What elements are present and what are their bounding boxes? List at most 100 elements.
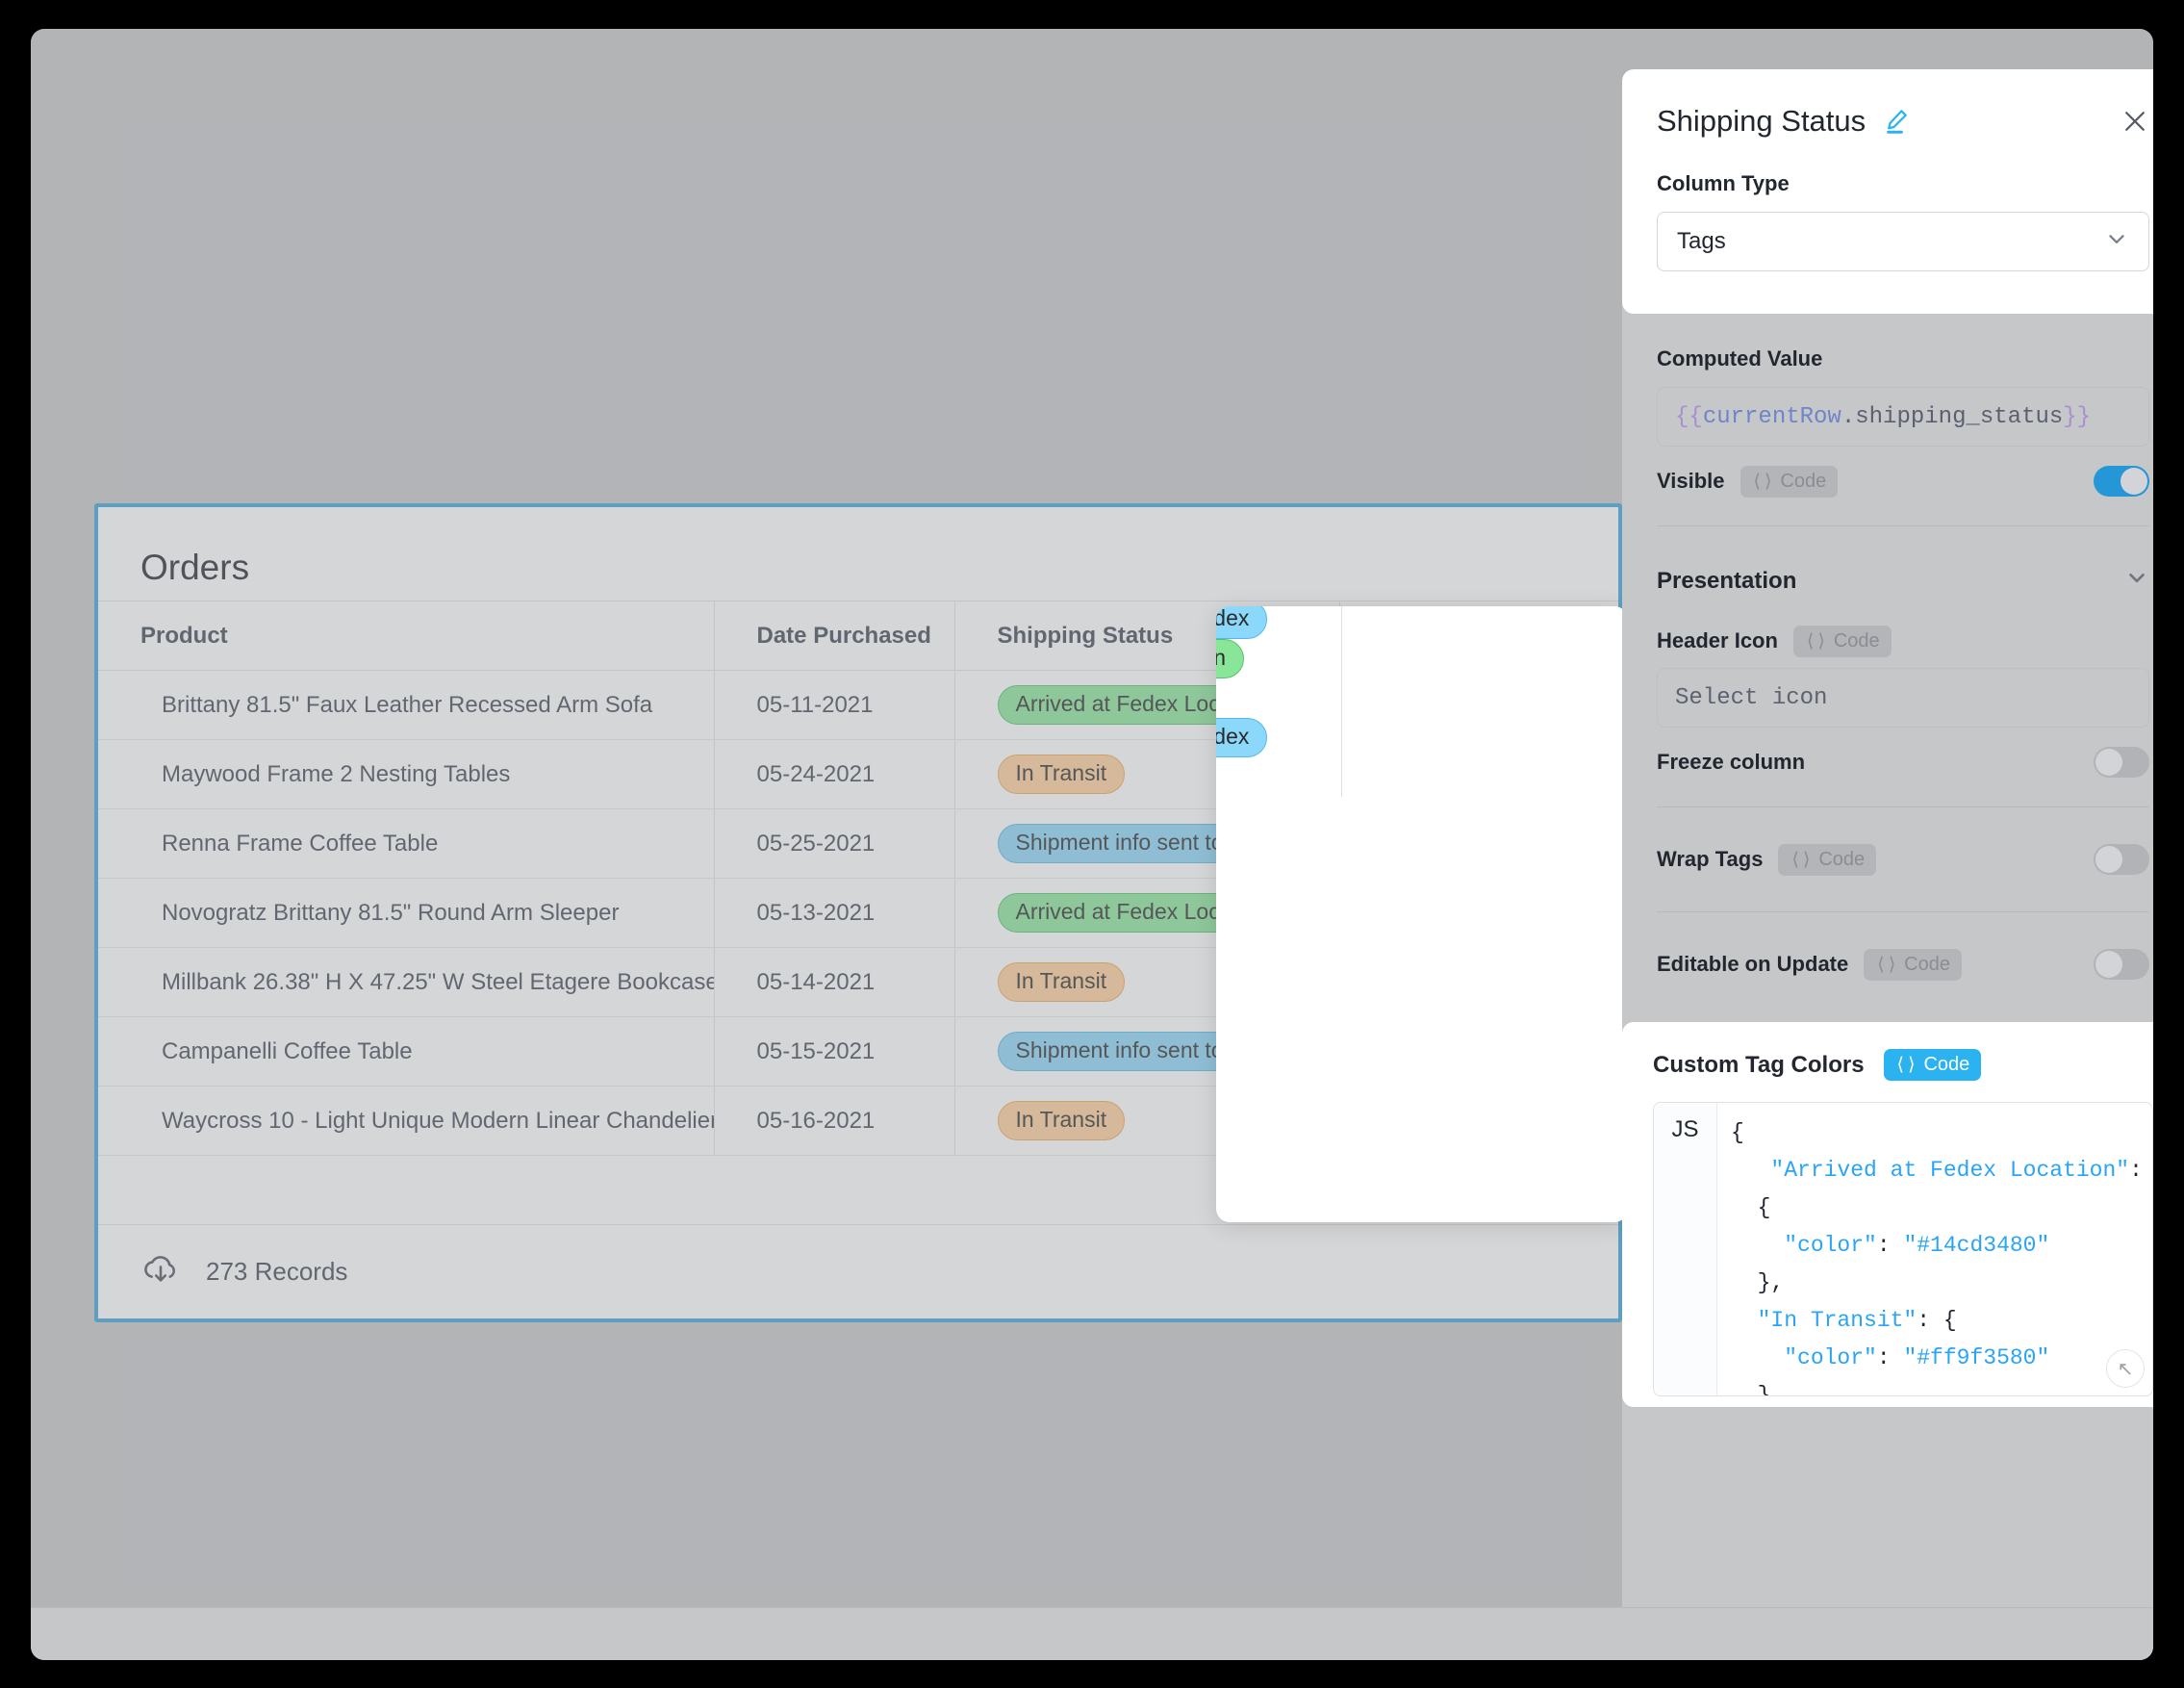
code-token: :	[1876, 1345, 1904, 1370]
toggle-knob	[2095, 749, 2122, 776]
freeze-column-row: Freeze column	[1657, 728, 2149, 797]
cell-shipping-status[interactable]: Shipment info sent to Fedex	[1216, 718, 1342, 757]
cloud-download-icon[interactable]	[140, 1253, 181, 1291]
column-header-product[interactable]: Product	[98, 601, 714, 671]
custom-tag-colors-card: Custom Tag Colors ⟨⟩ Code JS { "Arrived …	[1622, 1022, 2153, 1407]
table-row[interactable]: Arrived at Fedex Location	[1216, 639, 1622, 678]
editable-on-update-toggle[interactable]	[2094, 949, 2149, 980]
wrap-tags-row: Wrap Tags ⟨⟩ Code	[1657, 817, 2149, 902]
code-angle-icon: ⟨⟩	[1894, 1055, 1917, 1076]
computed-value-label: Computed Value	[1657, 346, 1823, 371]
cell-date[interactable]: 05-24-2021	[714, 739, 954, 809]
visible-row: Visible ⟨⟩ Code	[1657, 447, 2149, 516]
resize-grip-icon[interactable]: ↖	[2106, 1349, 2145, 1388]
table-row[interactable]: In Transit	[1216, 757, 1622, 797]
code-token: "Arrived at Fedex Location"	[1770, 1158, 2130, 1183]
header-icon-code-button[interactable]: ⟨⟩ Code	[1792, 625, 1892, 657]
cell-shipping-status[interactable]: Arrived at Fedex Location	[1216, 639, 1342, 678]
computed-close-braces: }}	[2063, 403, 2092, 430]
table-row[interactable]: In Transit	[1216, 678, 1622, 718]
table-row[interactable]: Shipment info sent to Fedex	[1216, 606, 1622, 639]
column-header-date[interactable]: Date Purchased	[714, 601, 954, 671]
computed-property: .shipping_status	[1841, 403, 2064, 430]
chevron-down-icon[interactable]	[2124, 565, 2149, 597]
editable-on-update-code-label: Code	[1904, 953, 1950, 975]
inspector-header-card: Shipping Status Column Type Tags	[1622, 69, 2153, 314]
header-icon-select-input[interactable]: Select icon	[1657, 668, 2149, 728]
cell-product[interactable]: Waycross 10 - Light Unique Modern Linear…	[98, 1086, 714, 1156]
code-angle-icon: ⟨⟩	[1875, 954, 1898, 976]
code-content[interactable]: { "Arrived at Fedex Location": { "color"…	[1717, 1103, 2152, 1395]
status-badge: Arrived at Fedex Location	[1216, 639, 1245, 678]
cell-date[interactable]: 05-11-2021	[714, 670, 954, 740]
pencil-edit-icon[interactable]	[1883, 107, 1912, 136]
code-token: "#14cd3480"	[1903, 1233, 2050, 1258]
cell-shipping-status[interactable]: In Transit	[1216, 678, 1342, 718]
editable-on-update-row: Editable on Update ⟨⟩ Code	[1657, 922, 2149, 1007]
toggle-knob	[2095, 951, 2122, 978]
cell-product[interactable]: Campanelli Coffee Table	[98, 1016, 714, 1087]
presentation-section-header[interactable]: Presentation	[1657, 536, 2149, 614]
visible-toggle[interactable]	[2094, 466, 2149, 497]
status-badge: Shipment info sent to Fedex	[1216, 606, 1268, 639]
close-icon[interactable]	[2121, 107, 2149, 136]
computed-identifier: currentRow	[1702, 403, 1841, 430]
code-token: "color"	[1784, 1345, 1877, 1370]
visible-code-button[interactable]: ⟨⟩ Code	[1740, 465, 1839, 498]
code-angle-icon: ⟨⟩	[1790, 849, 1813, 871]
cell-shipping-status[interactable]: In Transit	[1216, 757, 1342, 797]
code-token: "In Transit"	[1757, 1308, 1917, 1333]
wrap-tags-code-button[interactable]: ⟨⟩ Code	[1778, 843, 1877, 876]
inspector-general-section: Computed Value {{currentRow .shipping_sta…	[1622, 346, 2153, 1007]
code-token: {	[1731, 1120, 1744, 1145]
column-type-select[interactable]: Tags	[1657, 212, 2149, 271]
status-badge: In Transit	[997, 754, 1126, 794]
code-token: :	[2129, 1158, 2143, 1183]
code-token: "color"	[1784, 1233, 1877, 1258]
code-language-gutter: JS	[1654, 1103, 1717, 1395]
cell-date[interactable]: 05-25-2021	[714, 808, 954, 879]
shipping-status-column-spotlight[interactable]: Shipping Status Arrived at Fedex Locatio…	[1216, 606, 1628, 1222]
cell-product[interactable]: Maywood Frame 2 Nesting Tables	[98, 739, 714, 809]
cell-shipping-status[interactable]: Shipment info sent to Fedex	[1216, 606, 1342, 639]
editable-on-update-code-button[interactable]: ⟨⟩ Code	[1864, 948, 1962, 981]
cell-product[interactable]: Renna Frame Coffee Table	[98, 808, 714, 879]
cell-extra[interactable]	[1342, 757, 1622, 797]
column-type-label: Column Type	[1657, 171, 1790, 195]
custom-tag-colors-code-label: Code	[1923, 1054, 1970, 1075]
code-angle-icon: ⟨⟩	[1804, 630, 1827, 652]
cell-product[interactable]: Novogratz Brittany 81.5" Round Arm Sleep…	[98, 878, 714, 948]
cell-date[interactable]: 05-15-2021	[714, 1016, 954, 1087]
status-badge: In Transit	[997, 1101, 1126, 1140]
freeze-column-toggle[interactable]	[2094, 747, 2149, 778]
wrap-tags-toggle[interactable]	[2094, 844, 2149, 875]
code-angle-icon: ⟨⟩	[1751, 471, 1774, 493]
custom-tag-colors-header: Custom Tag Colors ⟨⟩ Code	[1653, 1049, 2153, 1081]
custom-tag-colors-editor[interactable]: JS { "Arrived at Fedex Location": { "col…	[1653, 1102, 2153, 1396]
cell-product[interactable]: Brittany 81.5" Faux Leather Recessed Arm…	[98, 670, 714, 740]
cell-extra[interactable]	[1342, 718, 1622, 757]
column-inspector-panel[interactable]: Shipping Status Column Type Tags Compute…	[1622, 69, 2153, 1660]
toggle-knob	[2095, 846, 2122, 873]
header-icon-code-label: Code	[1833, 629, 1880, 652]
editable-on-update-label: Editable on Update	[1657, 952, 1849, 976]
cell-extra[interactable]	[1342, 678, 1622, 718]
code-token: :	[1876, 1233, 1904, 1258]
cell-extra[interactable]	[1342, 639, 1622, 678]
table-row[interactable]: Shipment info sent to Fedex	[1216, 718, 1622, 757]
freeze-column-label: Freeze column	[1657, 750, 1806, 774]
computed-open-braces: {{	[1675, 403, 1703, 430]
cell-date[interactable]: 05-13-2021	[714, 878, 954, 948]
cell-date[interactable]: 05-14-2021	[714, 947, 954, 1017]
cell-extra[interactable]	[1342, 606, 1622, 639]
visible-label: Visible	[1657, 469, 1725, 493]
custom-tag-colors-code-button[interactable]: ⟨⟩ Code	[1883, 1049, 1982, 1081]
computed-value-input[interactable]: {{currentRow .shipping_status }}	[1657, 387, 2149, 447]
cell-product[interactable]: Millbank 26.38" H X 47.25" W Steel Etage…	[98, 947, 714, 1017]
header-icon-label: Header Icon	[1657, 628, 1778, 652]
app-bottom-bar	[31, 1607, 2153, 1660]
cell-date[interactable]: 05-16-2021	[714, 1086, 954, 1156]
